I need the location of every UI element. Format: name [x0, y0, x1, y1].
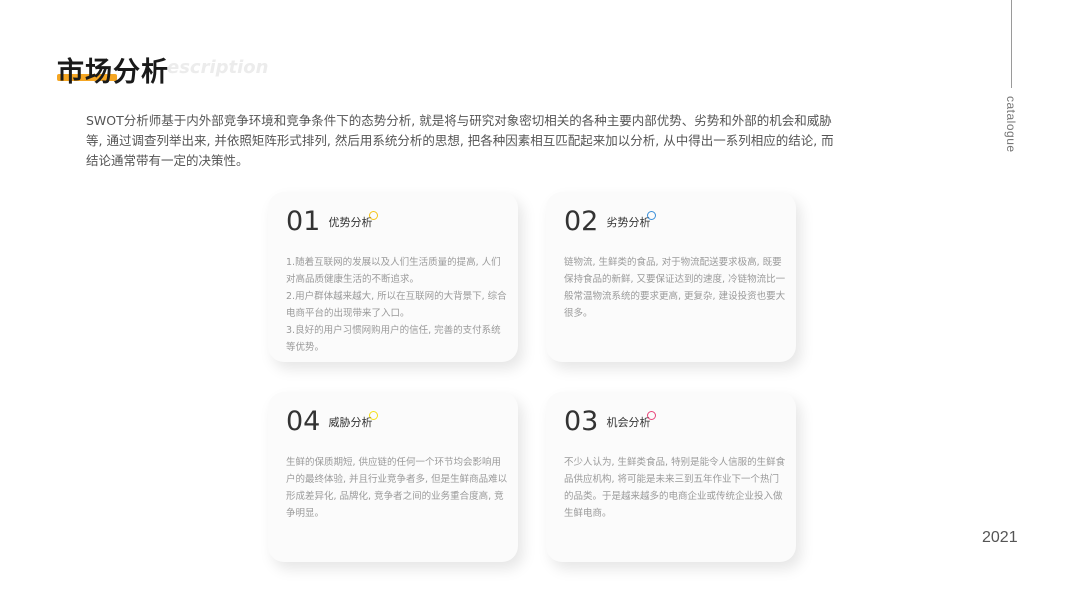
card-label-wrap: 劣势分析	[606, 210, 657, 230]
card-body: 生鲜的保质期短, 供应链的任何一个环节均会影响用户的最终体验, 并且行业竞争者多…	[286, 457, 508, 519]
card-strengths: 01 优势分析 1.随着互联网的发展以及人们生活质量的提高, 人们对高品质健康生…	[268, 192, 518, 362]
card-body: 1.随着互联网的发展以及人们生活质量的提高, 人们对高品质健康生活的不断追求。 …	[286, 257, 507, 353]
side-divider	[1011, 0, 1012, 88]
card-label: 优势分析	[328, 215, 373, 229]
card-weaknesses: 02 劣势分析 链物流, 生鲜类的食品, 对于物流配送要求极高, 既要保持食品的…	[546, 192, 796, 362]
intro-paragraph: SWOT分析师基于内外部竞争环境和竞争条件下的态势分析, 就是将与研究对象密切相…	[86, 113, 834, 168]
circle-icon	[647, 210, 657, 220]
card-body: 链物流, 生鲜类的食品, 对于物流配送要求极高, 既要保持食品的新鲜, 又要保证…	[564, 257, 786, 319]
card-label-wrap: 机会分析	[606, 410, 657, 430]
card-label-wrap: 威胁分析	[328, 410, 379, 430]
side-catalogue-label: catalogue	[1004, 96, 1018, 153]
card-threats: 04 威胁分析 生鲜的保质期短, 供应链的任何一个环节均会影响用户的最终体验, …	[268, 392, 518, 562]
card-number: 04	[286, 406, 321, 437]
year-label: 2021	[982, 529, 1018, 546]
card-body: 不少人认为, 生鲜类食品, 特别是能令人信服的生鲜食品供应机构, 将可能是未来三…	[564, 457, 786, 519]
card-label: 机会分析	[606, 415, 651, 429]
card-head: 03 机会分析	[564, 406, 657, 437]
card-head: 01 优势分析	[286, 206, 379, 237]
card-head: 02 劣势分析	[564, 206, 657, 237]
card-label: 劣势分析	[606, 215, 651, 229]
card-label-wrap: 优势分析	[328, 210, 379, 230]
title-watermark: escription	[167, 57, 269, 78]
card-number: 02	[564, 206, 599, 237]
card-number: 01	[286, 206, 321, 237]
page-title: 市场分析	[57, 57, 169, 88]
card-head: 04 威胁分析	[286, 406, 379, 437]
circle-icon	[647, 410, 657, 420]
circle-icon	[369, 410, 379, 420]
card-number: 03	[564, 406, 599, 437]
card-label: 威胁分析	[328, 415, 373, 429]
circle-icon	[369, 210, 379, 220]
card-opportunities: 03 机会分析 不少人认为, 生鲜类食品, 特别是能令人信服的生鲜食品供应机构,…	[546, 392, 796, 562]
